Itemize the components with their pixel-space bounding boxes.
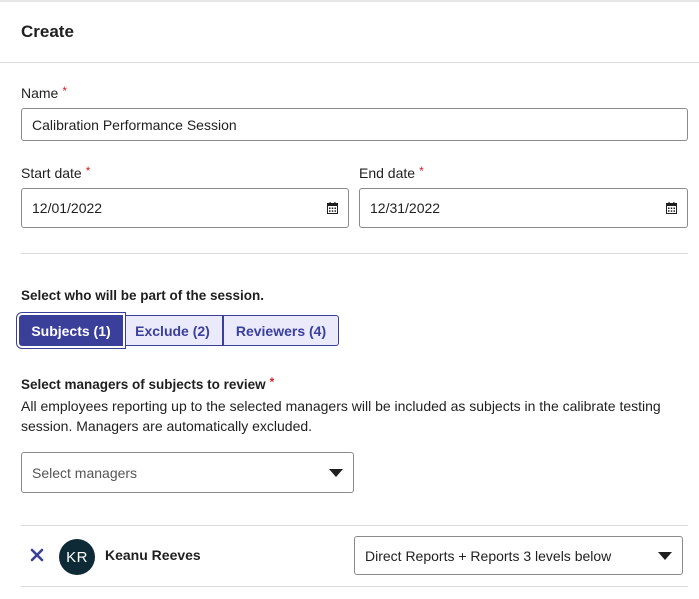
end-date-input[interactable]: 12/31/2022 (359, 188, 688, 228)
required-marker: * (85, 164, 91, 178)
close-icon[interactable] (30, 548, 44, 562)
page-title: Create (21, 22, 74, 41)
name-input[interactable]: Calibration Performance Session (21, 108, 688, 141)
name-label: Name * (21, 84, 68, 101)
row-divider (21, 525, 688, 526)
name-input-value: Calibration Performance Session (32, 116, 237, 133)
start-date-input[interactable]: 12/01/2022 (21, 188, 349, 228)
section-divider (21, 253, 688, 254)
dialog-header: Create (0, 2, 699, 63)
tab-exclude[interactable]: Exclude (2) (123, 315, 223, 346)
session-prompt: Select who will be part of the session. (21, 288, 265, 303)
manager-name: Keanu Reeves (105, 547, 201, 563)
avatar: KR (59, 539, 95, 575)
row-divider (21, 586, 688, 587)
required-marker: * (269, 375, 275, 389)
report-scope-select[interactable]: Direct Reports + Reports 3 levels below (354, 536, 683, 575)
managers-select[interactable]: Select managers (21, 452, 354, 493)
required-marker: * (419, 164, 424, 178)
chevron-down-icon (329, 468, 343, 477)
name-label-text: Name (21, 85, 59, 101)
tab-reviewers[interactable]: Reviewers (4) (223, 315, 339, 346)
managers-help-text: All employees reporting up to the select… (21, 398, 661, 434)
managers-select-placeholder: Select managers (32, 464, 138, 481)
managers-label-text: Select managers of subjects to review (21, 377, 266, 392)
calendar-icon[interactable] (666, 202, 677, 214)
tab-subjects[interactable]: Subjects (1) (19, 315, 123, 346)
chevron-down-icon (658, 551, 672, 560)
session-tabs: Subjects (1) Exclude (2) Reviewers (4) (19, 315, 339, 346)
end-date-label: End date * (359, 164, 424, 181)
managers-label: Select managers of subjects to review * (21, 375, 275, 392)
calendar-icon[interactable] (327, 202, 338, 214)
required-marker: * (62, 84, 68, 98)
start-date-label: Start date * (21, 164, 91, 181)
report-scope-value: Direct Reports + Reports 3 levels below (365, 547, 612, 564)
start-date-value: 12/01/2022 (32, 200, 103, 216)
end-date-label-text: End date (359, 165, 416, 181)
end-date-value: 12/31/2022 (370, 200, 441, 216)
start-date-label-text: Start date (21, 165, 82, 181)
